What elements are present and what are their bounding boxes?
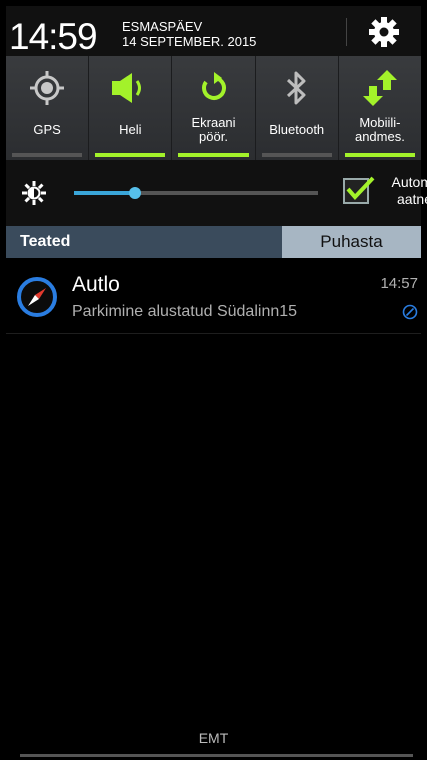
panel-header: 14:59 ESMASPÄEV 14 SEPTEMBER. 2015 xyxy=(6,6,421,57)
date: 14 SEPTEMBER. 2015 xyxy=(122,34,257,49)
notification-message: Parkimine alustatud Südalinn15 xyxy=(72,303,298,320)
brightness-row: Automaatne xyxy=(6,160,427,226)
toggle-sound[interactable]: Heli xyxy=(89,56,173,160)
toggle-mobile-data-indicator xyxy=(344,153,416,157)
toggle-sound-indicator xyxy=(95,153,166,157)
toggle-rotation[interactable]: Ekraani pöör. xyxy=(172,56,256,160)
toggle-bluetooth-indicator xyxy=(261,153,332,157)
rotate-icon xyxy=(201,72,226,100)
compass-icon xyxy=(17,277,57,317)
sound-icon xyxy=(112,73,142,103)
notifications-title: Teated xyxy=(20,233,71,250)
auto-brightness-label: Automaatne xyxy=(372,174,427,208)
toggle-gps[interactable]: GPS xyxy=(6,56,90,160)
toggle-gps-indicator xyxy=(12,153,83,157)
brightness-slider[interactable] xyxy=(74,187,318,199)
toggle-mobile-data[interactable]: Mobiili- andmes. xyxy=(338,56,422,160)
notification-app-name: Autlo xyxy=(72,273,120,296)
auto-brightness-label-text: Automaatne xyxy=(391,174,427,207)
brightness-slider-fill xyxy=(74,191,135,195)
notification-time: 14:57 xyxy=(380,275,418,292)
toggle-mobile-data-label: Mobiili- andmes. xyxy=(354,115,405,144)
notifications-header: Teated Puhasta xyxy=(6,226,421,258)
checkmark-icon xyxy=(346,176,375,200)
bluetooth-icon xyxy=(286,71,306,105)
toggle-bluetooth-label: Bluetooth xyxy=(269,122,325,137)
notification-item[interactable]: Autlo Parkimine alustatud Südalinn15 14:… xyxy=(6,262,421,334)
mobile-data-icon xyxy=(362,70,397,106)
small-compass-icon xyxy=(402,304,418,320)
toggle-sound-label: Heli xyxy=(119,122,142,137)
carrier-name: EMT xyxy=(198,730,229,746)
gps-icon xyxy=(30,71,65,105)
brightness-icon xyxy=(22,181,46,205)
toggle-rotation-label: Ekraani pöör. xyxy=(191,115,236,144)
brightness-slider-thumb[interactable] xyxy=(129,187,141,199)
weekday: ESMASPÄEV xyxy=(122,19,203,34)
toggle-bluetooth[interactable]: Bluetooth xyxy=(255,56,339,160)
settings-button[interactable] xyxy=(364,14,404,50)
toggle-rotation-indicator xyxy=(178,153,249,157)
quick-settings: GPS Heli Ekraani pöör. Bluetooth Mobiili… xyxy=(6,56,422,160)
date-block: ESMASPÄEV 14 SEPTEMBER. 2015 xyxy=(122,19,256,49)
header-divider xyxy=(346,18,347,46)
clear-button[interactable]: Puhasta xyxy=(282,226,421,258)
drag-handle[interactable] xyxy=(20,754,413,757)
toggle-gps-label: GPS xyxy=(33,122,61,137)
gear-icon xyxy=(369,17,399,47)
panel-footer: EMT xyxy=(6,724,421,757)
clock: 14:59 xyxy=(9,16,98,57)
auto-brightness-checkbox[interactable] xyxy=(343,176,375,204)
